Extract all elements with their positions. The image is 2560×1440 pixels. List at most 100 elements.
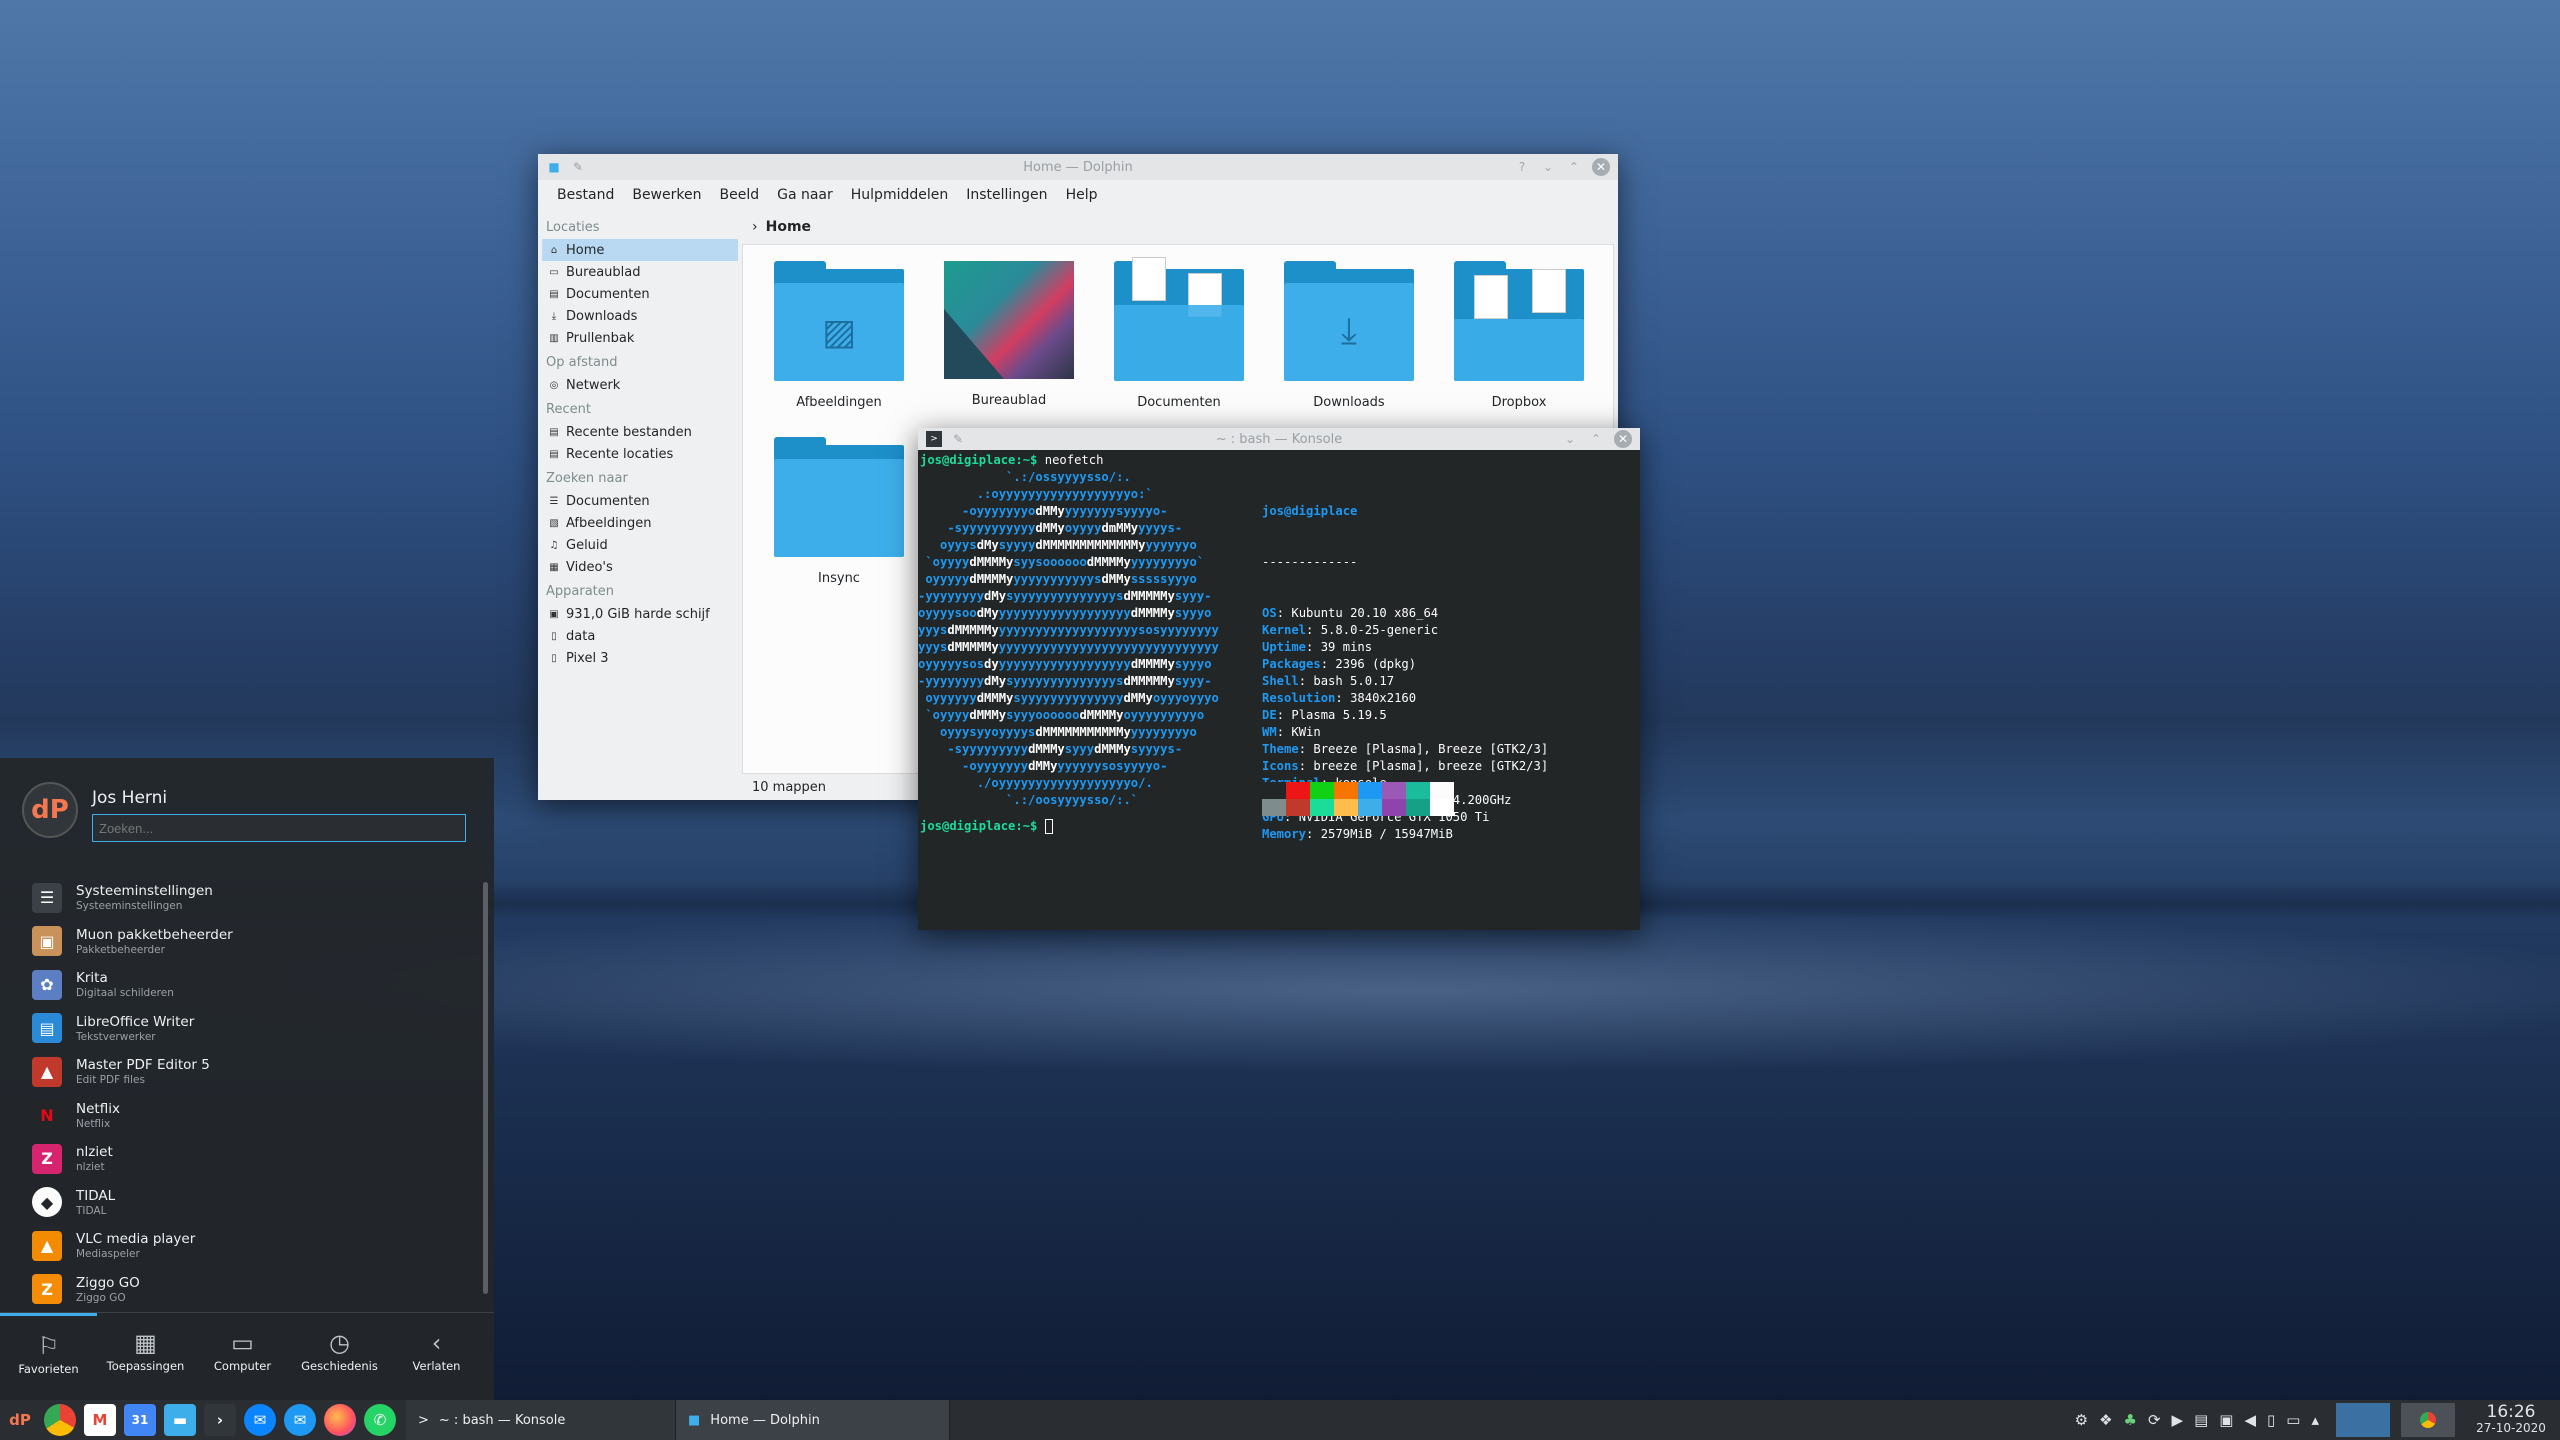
chevron-right-icon[interactable]: › bbox=[752, 219, 758, 235]
tab-favorieten[interactable]: ⚐ Favorieten bbox=[0, 1313, 97, 1400]
launcher-app[interactable]: ◆ TIDAL TIDAL bbox=[0, 1181, 480, 1225]
folder-downloads[interactable]: ⤓ Downloads bbox=[1269, 261, 1429, 410]
places-item-search-videos[interactable]: ▦ Video's bbox=[542, 556, 738, 578]
color-swatch bbox=[1286, 799, 1310, 816]
monitor-icon: ▭ bbox=[231, 1329, 254, 1357]
tab-verlaten[interactable]: ‹ Verlaten bbox=[388, 1313, 485, 1400]
media-icon[interactable]: ▶ bbox=[2172, 1411, 2184, 1429]
tab-toepassingen[interactable]: ▦ Toepassingen bbox=[97, 1313, 194, 1400]
menu-bestand[interactable]: Bestand bbox=[548, 183, 623, 207]
places-item-data[interactable]: ▯ data bbox=[542, 625, 738, 647]
pin-icon[interactable]: ✎ bbox=[950, 431, 966, 447]
tab-computer[interactable]: ▭ Computer bbox=[194, 1313, 291, 1400]
folder-dropbox[interactable]: Dropbox bbox=[1439, 261, 1599, 410]
places-item-documenten[interactable]: ▤ Documenten bbox=[542, 283, 738, 305]
notifications-icon[interactable]: ▴ bbox=[2311, 1411, 2319, 1429]
places-item-recente-locaties[interactable]: ▤ Recente locaties bbox=[542, 443, 738, 465]
volume-icon[interactable]: ◀ bbox=[2244, 1411, 2256, 1429]
phone-icon[interactable]: ▯ bbox=[2267, 1411, 2275, 1429]
folder-bureaublad[interactable]: Bureaublad bbox=[929, 261, 1089, 408]
close-icon[interactable]: ✕ bbox=[1592, 158, 1610, 176]
folder-afbeeldingen[interactable]: ▨ Afbeeldingen bbox=[759, 261, 919, 410]
scrollbar[interactable] bbox=[483, 882, 488, 1294]
places-item-search-geluid[interactable]: ♫ Geluid bbox=[542, 534, 738, 556]
places-item-netwerk[interactable]: ◎ Netwerk bbox=[542, 374, 738, 396]
bookmark-icon: ⚐ bbox=[37, 1332, 60, 1360]
launcher-app[interactable]: ▤ LibreOffice Writer Tekstverwerker bbox=[0, 1007, 480, 1051]
clipboard-icon[interactable]: ▤ bbox=[2194, 1411, 2208, 1429]
folder-insync[interactable]: Insync bbox=[759, 437, 919, 586]
sync-icon[interactable]: ⟳ bbox=[2148, 1411, 2161, 1429]
menu-beeld[interactable]: Beeld bbox=[710, 183, 768, 207]
firefox-icon[interactable] bbox=[324, 1404, 356, 1436]
dropbox-icon[interactable]: ❖ bbox=[2099, 1411, 2112, 1429]
app-description: Netflix bbox=[76, 1117, 111, 1130]
breadcrumb: › Home bbox=[742, 210, 1614, 244]
launcher-app[interactable]: ▣ Muon pakketbeheerder Pakketbeheerder bbox=[0, 920, 480, 964]
places-item-search-afbeeldingen[interactable]: ▧ Afbeeldingen bbox=[542, 512, 738, 534]
places-item-harddisk[interactable]: ▣ 931,0 GiB harde schijf bbox=[542, 603, 738, 625]
launcher-app[interactable]: Z Ziggo GO Ziggo GO bbox=[0, 1268, 480, 1312]
plant-icon[interactable]: ♣ bbox=[2124, 1411, 2137, 1429]
settings-icon[interactable]: ⚙ bbox=[2075, 1411, 2088, 1429]
documents-folder-icon bbox=[1114, 257, 1244, 381]
whatsapp-icon[interactable]: ✆ bbox=[364, 1404, 396, 1436]
maximize-icon[interactable]: ⌃ bbox=[1566, 159, 1582, 175]
folder-documenten[interactable]: Documenten bbox=[1099, 257, 1259, 410]
clock[interactable]: 16:26 27-10-2020 bbox=[2466, 1404, 2556, 1436]
search-input[interactable] bbox=[92, 814, 466, 842]
avatar[interactable]: dP bbox=[22, 782, 78, 838]
close-icon[interactable]: ✕ bbox=[1614, 430, 1632, 448]
tab-label: Geschiedenis bbox=[301, 1359, 378, 1373]
menu-help[interactable]: Help bbox=[1057, 183, 1107, 207]
app-launcher-icon[interactable]: dP bbox=[4, 1404, 36, 1436]
konsole-icon[interactable]: › bbox=[204, 1404, 236, 1436]
mail-icon[interactable]: ✉ bbox=[284, 1404, 316, 1436]
display-icon[interactable]: ▭ bbox=[2286, 1411, 2300, 1429]
minimize-icon[interactable]: ⌄ bbox=[1562, 431, 1578, 447]
places-item-bureaublad[interactable]: ▭ Bureaublad bbox=[542, 261, 738, 283]
app-name: Systeeminstellingen bbox=[76, 883, 213, 900]
minimize-icon[interactable]: ⌄ bbox=[1540, 159, 1556, 175]
launcher-app[interactable]: N Netflix Netflix bbox=[0, 1094, 480, 1138]
launcher-app[interactable]: ▲ Master PDF Editor 5 Edit PDF files bbox=[0, 1050, 480, 1094]
dolphin-titlebar[interactable]: ■ ✎ Home — Dolphin ? ⌄ ⌃ ✕ bbox=[538, 154, 1618, 180]
launcher-app[interactable]: ▲ VLC media player Mediaspeler bbox=[0, 1224, 480, 1268]
application-launcher: dP Jos Herni ☰ SysteeminstellingenSysteem… bbox=[0, 758, 494, 1400]
menu-bewerken[interactable]: Bewerken bbox=[623, 183, 710, 207]
desktop-pager-2[interactable] bbox=[2401, 1403, 2455, 1437]
places-item-home[interactable]: ⌂ Home bbox=[542, 239, 738, 261]
pin-icon[interactable]: ✎ bbox=[570, 159, 586, 175]
places-item-downloads[interactable]: ⤓ Downloads bbox=[542, 305, 738, 327]
places-item-pixel3[interactable]: ▯ Pixel 3 bbox=[542, 647, 738, 669]
updates-icon[interactable]: ▣ bbox=[2219, 1411, 2233, 1429]
menu-instellingen[interactable]: Instellingen bbox=[957, 183, 1056, 207]
launcher-app[interactable]: Znlziet nlziet bbox=[0, 1137, 480, 1181]
menu-hulpmiddelen[interactable]: Hulpmiddelen bbox=[842, 183, 957, 207]
breadcrumb-home[interactable]: Home bbox=[766, 219, 811, 235]
konsole-titlebar[interactable]: > ✎ ~ : bash — Konsole ⌄ ⌃ ✕ bbox=[918, 428, 1640, 450]
places-item-search-documenten[interactable]: ☰ Documenten bbox=[542, 490, 738, 512]
launcher-app[interactable]: ✿ Krita Digitaal schilderen bbox=[0, 963, 480, 1007]
calendar-icon[interactable]: 31 bbox=[124, 1404, 156, 1436]
tab-geschiedenis[interactable]: ◷ Geschiedenis bbox=[291, 1313, 388, 1400]
task-konsole[interactable]: > ~ : bash — Konsole bbox=[406, 1400, 676, 1440]
dolphin-icon[interactable]: ▬ bbox=[164, 1404, 196, 1436]
task-dolphin[interactable]: ■ Home — Dolphin bbox=[676, 1400, 950, 1440]
places-item-recente-bestanden[interactable]: ▤ Recente bestanden bbox=[542, 421, 738, 443]
help-icon[interactable]: ? bbox=[1514, 159, 1530, 175]
chrome-icon[interactable] bbox=[44, 1404, 76, 1436]
thunderbird-icon[interactable]: ✉ bbox=[244, 1404, 276, 1436]
launcher-app[interactable]: ☰ Systeeminstellingen Systeeminstellingen bbox=[0, 876, 480, 920]
text-cursor bbox=[1044, 819, 1053, 834]
places-item-prullenbak[interactable]: ▥ Prullenbak bbox=[542, 327, 738, 349]
maximize-icon[interactable]: ⌃ bbox=[1588, 431, 1604, 447]
menu-ga-naar[interactable]: Ga naar bbox=[768, 183, 842, 207]
desktop-pager-1[interactable] bbox=[2336, 1403, 2390, 1437]
gmail-icon[interactable]: M bbox=[84, 1404, 116, 1436]
home-icon: ⌂ bbox=[550, 244, 558, 256]
launcher-tabs: ⚐ Favorieten ▦ Toepassingen ▭ Computer ◷ Geschi… bbox=[0, 1312, 494, 1400]
terminal-output[interactable]: jos@digiplace:~$ neofetch `.:/ossyyyysso… bbox=[918, 450, 1640, 926]
logo-line: `oyyyydMMMMysyysoooooodMMMMyyyyyyyyyo` bbox=[918, 555, 1205, 569]
recent-locations-icon: ▤ bbox=[549, 448, 559, 460]
